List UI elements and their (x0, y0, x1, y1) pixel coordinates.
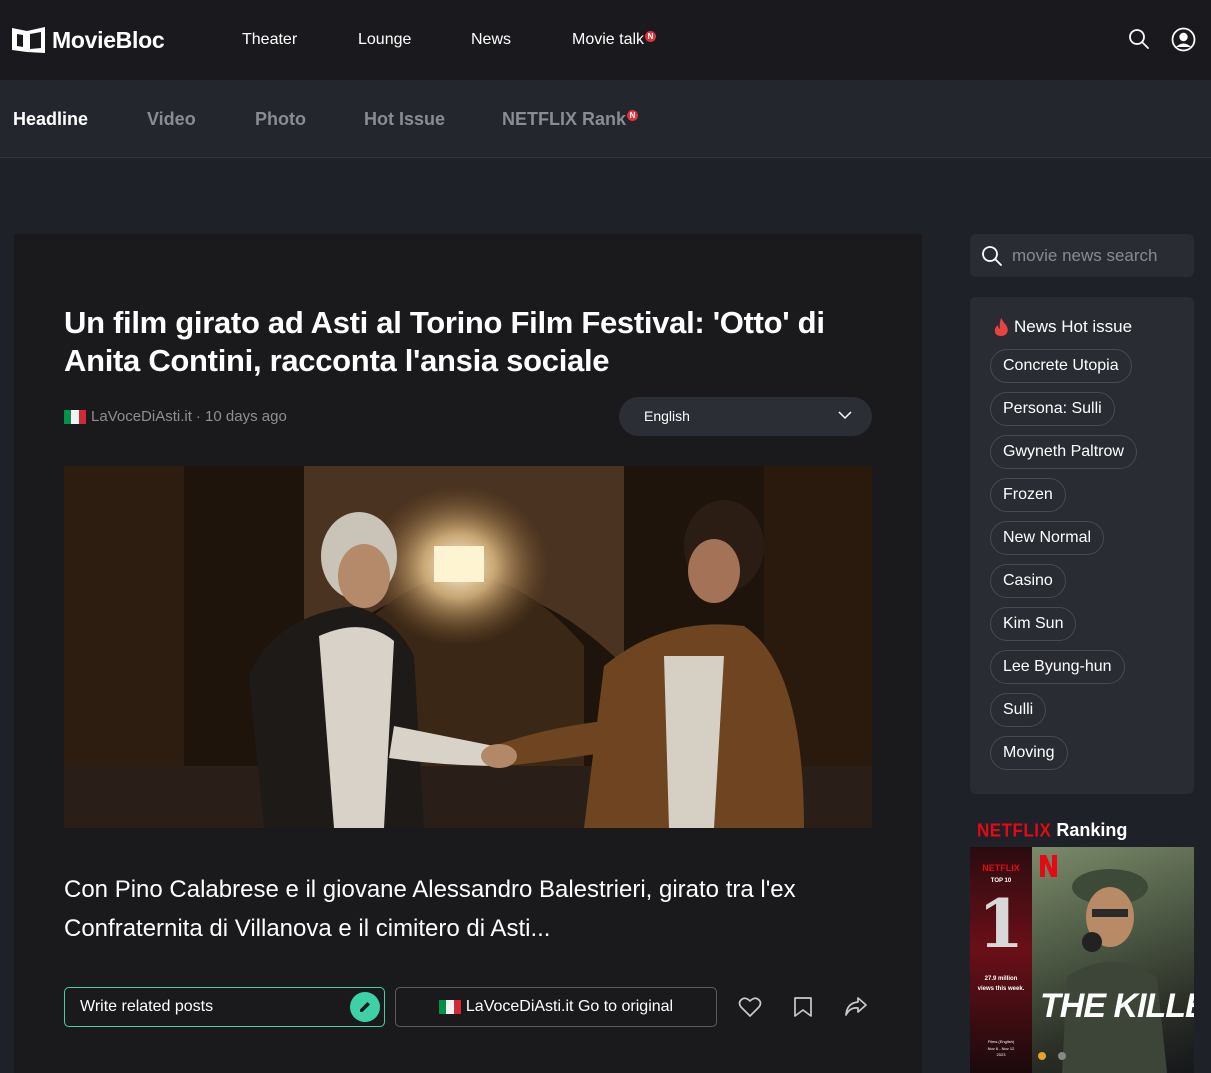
views-text: 27.9 million views this week. (977, 976, 1025, 992)
hot-tag[interactable]: Moving (990, 736, 1068, 770)
news-search-input[interactable] (1012, 234, 1182, 277)
ranking-label: Ranking (1056, 820, 1128, 840)
top10-panel: NETFLIX TOP 10 1 27.9 million views this… (970, 847, 1032, 1073)
hot-issue-title-text: News Hot issue (1014, 317, 1133, 336)
search-icon[interactable] (981, 245, 1003, 272)
hot-tag[interactable]: Lee Byung-hun (990, 650, 1125, 684)
tab-hot-issue-label: Hot Issue (364, 109, 446, 129)
hot-issue-panel: News Hot issue Concrete Utopia Persona: … (970, 297, 1194, 794)
tab-photo[interactable]: Photo (255, 109, 306, 129)
nav-theater-label: Theater (242, 31, 298, 48)
the-killer-poster: THE KILLER (1032, 847, 1194, 1073)
brand-name: MovieBloc (52, 27, 165, 53)
hot-tag[interactable]: Gwyneth Paltrow (990, 435, 1137, 469)
carousel-dot[interactable] (1058, 1052, 1066, 1060)
hot-tag[interactable]: Concrete Utopia (990, 349, 1132, 383)
moviebloc-logo-icon (12, 27, 45, 53)
heart-icon[interactable] (738, 996, 762, 1023)
search-icon[interactable] (1128, 28, 1150, 55)
netflix-rank-card[interactable]: NETFLIX TOP 10 1 27.9 million views this… (970, 847, 1194, 1073)
brand-logo[interactable]: MovieBloc (11, 26, 165, 54)
top10-label: TOP 10 (990, 878, 1012, 884)
category-text: Films (English) (987, 1039, 1015, 1044)
article-time: · 10 days ago (195, 408, 287, 425)
poster-title: THE KILLER (1040, 987, 1194, 1025)
chevron-down-icon (838, 411, 852, 420)
article-image[interactable] (64, 466, 872, 828)
pencil-icon (350, 992, 380, 1022)
go-to-original-label: LaVoceDiAsti.it Go to original (465, 998, 674, 1015)
hot-tag[interactable]: Kim Sun (990, 607, 1077, 641)
new-badge: N (645, 31, 657, 42)
hot-issue-title: News Hot issue (992, 317, 1132, 337)
news-search-box (970, 234, 1194, 277)
tab-headline[interactable]: Headline (13, 109, 88, 129)
article-title[interactable]: Un film girato ad Asti al Torino Film Fe… (64, 304, 864, 380)
italy-flag-icon (64, 409, 86, 424)
tab-video-label: Video (147, 109, 196, 129)
hot-issue-tags: Concrete Utopia Persona: Sulli Gwyneth P… (990, 349, 1137, 779)
hot-tag[interactable]: Persona: Sulli (990, 392, 1115, 426)
rank-number: 1 (978, 885, 1024, 963)
share-icon[interactable] (844, 996, 868, 1023)
fire-icon (994, 318, 1008, 336)
netflix-ranking-title: NETFLIX Ranking (977, 820, 1127, 841)
nav-theater[interactable]: Theater (242, 30, 297, 50)
nav-news-label: News (471, 31, 512, 48)
hot-tag[interactable]: Sulli (990, 693, 1047, 727)
top-navbar: MovieBloc Theater Lounge News Movie talk… (0, 0, 1211, 80)
carousel-dot-active[interactable] (1038, 1052, 1046, 1060)
language-selected: English (644, 408, 690, 424)
italy-flag-icon (438, 1000, 461, 1014)
tab-hot-issue[interactable]: Hot Issue (364, 109, 445, 129)
article-summary[interactable]: Con Pino Calabrese e il giovane Alessand… (64, 870, 874, 948)
tab-netflix-rank-label: NETFLIX Rank (502, 109, 627, 129)
sub-navbar: Headline Video Photo Hot Issue NETFLIX R… (0, 80, 1211, 158)
hot-tag[interactable]: Casino (990, 564, 1066, 598)
user-account-icon[interactable] (1171, 27, 1196, 57)
article-source[interactable]: LaVoceDiAsti.it (91, 408, 192, 425)
nav-lounge-label: Lounge (358, 31, 412, 48)
go-to-original-button[interactable]: LaVoceDiAsti.it Go to original (395, 987, 717, 1027)
nav-movie-talk[interactable]: Movie talk N (572, 30, 657, 50)
language-select[interactable]: English (619, 397, 872, 436)
tab-netflix-rank[interactable]: NETFLIX Rank N (502, 109, 639, 129)
nav-news[interactable]: News (471, 30, 511, 50)
article-card: Un film girato ad Asti al Torino Film Fe… (14, 234, 922, 1073)
new-badge: N (627, 110, 639, 121)
hot-tag[interactable]: New Normal (990, 521, 1105, 555)
write-related-posts-button[interactable]: Write related posts (64, 987, 385, 1027)
tab-headline-label: Headline (13, 109, 89, 129)
write-related-posts-label: Write related posts (80, 998, 214, 1015)
netflix-wordmark: NETFLIX (977, 820, 1052, 841)
dates-text: Nov 6 - Nov 12 2023 (987, 1046, 1015, 1057)
nav-movie-talk-label: Movie talk (572, 31, 645, 48)
nav-lounge[interactable]: Lounge (358, 30, 411, 50)
tab-photo-label: Photo (255, 109, 306, 129)
poster-art-image (1040, 855, 1167, 1073)
hot-tag[interactable]: Frozen (990, 478, 1066, 512)
tab-video[interactable]: Video (147, 109, 196, 129)
bookmark-icon[interactable] (793, 996, 813, 1023)
handshake-scene-image (64, 466, 872, 828)
netflix-small-logo: NETFLIX (982, 863, 1020, 873)
article-meta: LaVoceDiAsti.it · 10 days ago (64, 408, 287, 425)
